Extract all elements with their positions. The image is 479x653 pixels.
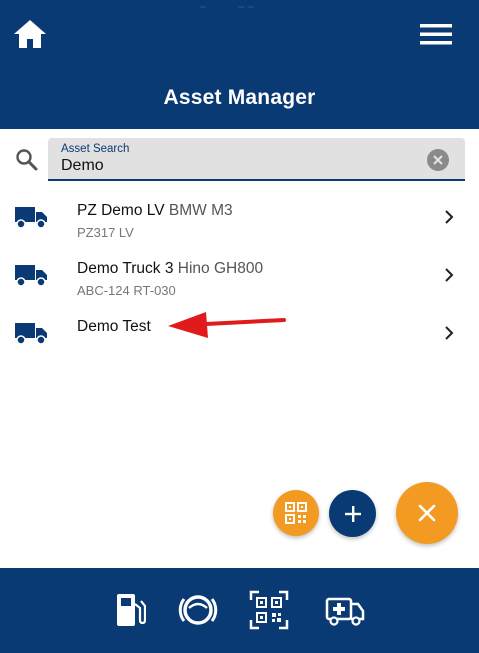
- search-icon: [16, 149, 38, 171]
- asset-name: Demo Truck 3: [77, 260, 174, 277]
- plus-icon: [344, 505, 361, 522]
- truck-icon: [15, 265, 47, 287]
- asset-subtitle: PZ317 LV: [77, 225, 134, 240]
- chevron-right-icon: [445, 268, 454, 282]
- chevron-right-icon: [445, 210, 454, 224]
- qr-scan-fab[interactable]: [273, 490, 319, 536]
- asset-title: Demo Test: [77, 318, 151, 336]
- chevron-right-icon: [445, 326, 454, 340]
- qr-code-icon[interactable]: [249, 590, 289, 630]
- page-title: Asset Manager: [163, 86, 316, 109]
- hamburger-menu-icon[interactable]: [418, 20, 454, 48]
- qr-code-icon: [285, 502, 307, 524]
- red-arrow-annotation: [168, 312, 286, 338]
- asset-subtitle: ABC-124 RT-030: [77, 283, 176, 298]
- close-fab[interactable]: [396, 482, 458, 544]
- app-header: Asset Manager: [0, 0, 479, 129]
- fuel-pump-icon[interactable]: [114, 590, 146, 630]
- truck-icon: [15, 323, 47, 345]
- gauge-icon[interactable]: [178, 590, 218, 630]
- ambulance-icon[interactable]: [325, 590, 365, 630]
- asset-row-demo-truck-3[interactable]: Demo Truck 3 Hino GH800 ABC-124 RT-030: [0, 246, 479, 304]
- asset-name: PZ Demo LV: [77, 202, 165, 219]
- asset-model: BMW M3: [168, 202, 233, 219]
- asset-title: Demo Truck 3 Hino GH800: [77, 260, 263, 278]
- add-asset-fab[interactable]: [329, 490, 376, 537]
- status-notch: [200, 6, 254, 8]
- search-label: Asset Search: [61, 143, 130, 155]
- bottom-nav: [0, 568, 479, 653]
- asset-search-field[interactable]: Asset Search: [48, 138, 465, 181]
- asset-model: Hino GH800: [177, 260, 264, 277]
- home-icon[interactable]: [12, 18, 48, 50]
- asset-row-pz-demo-lv[interactable]: PZ Demo LV BMW M3 PZ317 LV: [0, 188, 479, 246]
- asset-name: Demo Test: [77, 318, 151, 335]
- asset-title: PZ Demo LV BMW M3: [77, 202, 233, 220]
- close-icon: [433, 155, 443, 165]
- search-input[interactable]: [61, 157, 401, 175]
- close-icon: [418, 504, 436, 522]
- clear-search-button[interactable]: [427, 149, 449, 171]
- truck-icon: [15, 207, 47, 229]
